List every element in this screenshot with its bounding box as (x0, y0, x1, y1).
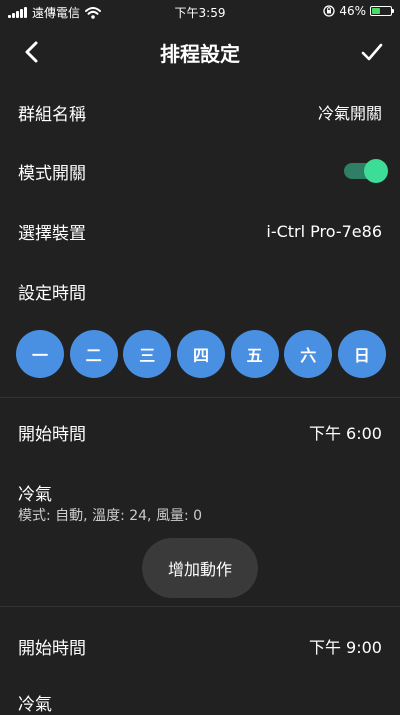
start-time-label: 開始時間 (18, 638, 86, 659)
group-name-label: 群組名稱 (18, 104, 86, 125)
start-time-row-2[interactable]: 開始時間 下午 9:00 (0, 626, 400, 666)
day-button-mon[interactable]: 一 (16, 330, 64, 378)
action-title-2[interactable]: 冷氣 (18, 690, 52, 715)
checkmark-icon[interactable] (358, 38, 386, 66)
action-title-1[interactable]: 冷氣 (18, 480, 52, 505)
start-time-row-1[interactable]: 開始時間 下午 6:00 (0, 412, 400, 452)
day-button-sun[interactable]: 日 (337, 330, 386, 378)
orientation-lock-icon (323, 5, 335, 17)
divider (0, 606, 400, 607)
action-detail-1: 模式: 自動, 溫度: 24, 風量: 0 (18, 508, 203, 524)
set-time-row: 設定時間 (0, 271, 400, 311)
day-button-fri[interactable]: 五 (230, 330, 279, 378)
day-button-sat[interactable]: 六 (284, 330, 333, 378)
start-time-value: 下午 9:00 (308, 638, 382, 657)
group-name-value: 冷氣開關 (317, 104, 382, 123)
toggle-knob (364, 159, 388, 183)
page-title: 排程設定 (160, 42, 240, 66)
battery-icon (370, 6, 394, 16)
mode-switch-row: 模式開關 (0, 151, 400, 191)
start-time-label: 開始時間 (18, 424, 86, 445)
battery-percent: 46% (339, 4, 366, 18)
add-action-button[interactable]: 增加動作 (142, 538, 258, 598)
day-button-thu[interactable]: 四 (176, 330, 225, 378)
day-button-wed[interactable]: 三 (123, 330, 172, 378)
day-selector: 一 二 三 四 五 六 日 (16, 330, 386, 378)
device-value: i-Ctrl Pro-7e86 (266, 221, 382, 241)
group-name-row[interactable]: 群組名稱 冷氣開關 (0, 92, 400, 132)
start-time-value: 下午 6:00 (308, 424, 382, 443)
status-bar: 遠傳電信 下午3:59 46% (0, 0, 400, 22)
mode-toggle[interactable] (344, 159, 388, 183)
day-button-tue[interactable]: 二 (69, 330, 118, 378)
status-right: 46% (323, 4, 394, 18)
device-label: 選擇裝置 (18, 223, 86, 244)
mode-switch-label: 模式開關 (18, 163, 86, 184)
set-time-label: 設定時間 (18, 283, 86, 304)
device-row[interactable]: 選擇裝置 i-Ctrl Pro-7e86 (0, 211, 400, 251)
divider (0, 397, 400, 398)
nav-bar: 排程設定 (0, 24, 400, 80)
